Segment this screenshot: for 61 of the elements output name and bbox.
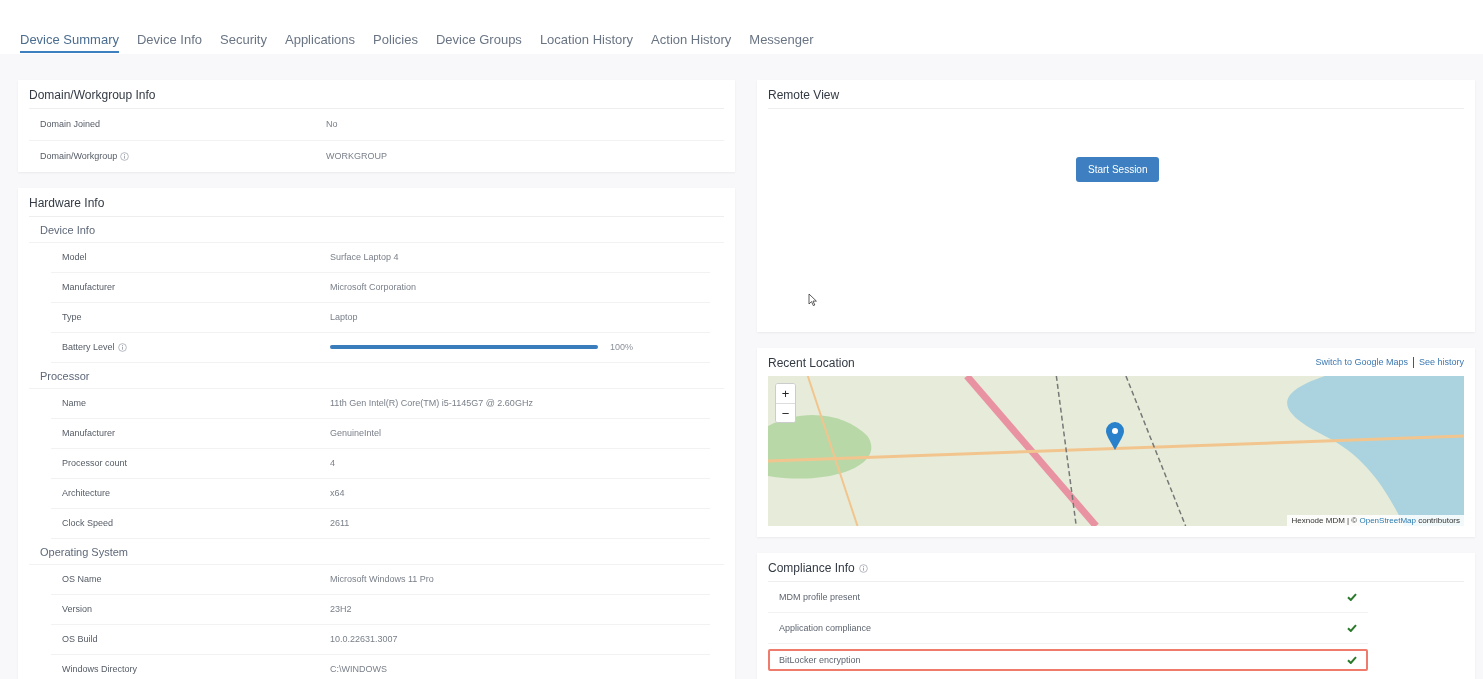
tab[interactable]: Action History	[651, 32, 732, 53]
field-label: Manufacturer	[62, 428, 116, 438]
tab[interactable]: Device Info	[136, 32, 202, 53]
field-label: Name	[62, 398, 86, 408]
card-title: Hardware Info	[29, 187, 724, 217]
section-heading: Device Info	[29, 216, 724, 243]
field-label: Windows Directory	[62, 664, 137, 674]
field-value: 11th Gen Intel(R) Core(TM) i5-1145G7 @ 2.60GHz	[330, 398, 533, 408]
field-label: OS Build	[62, 634, 98, 644]
tab[interactable]: Security	[220, 32, 267, 53]
map-pin-icon	[1105, 421, 1125, 451]
compliance-label: Application compliance	[779, 623, 873, 633]
card-title: Compliance Info	[768, 561, 855, 575]
field-value: 10.0.22631.3007	[330, 634, 398, 644]
link[interactable]: Switch to Google Maps	[1315, 357, 1408, 367]
field-label: Domain Joined	[40, 119, 101, 130]
field-label: OS Name	[62, 574, 102, 584]
field-value: Laptop	[330, 312, 358, 322]
cursor-icon	[808, 293, 818, 307]
openstreetmap-link[interactable]: OpenStreetMap	[1359, 516, 1416, 525]
tab[interactable]: Applications	[285, 32, 356, 53]
info-icon[interactable]	[858, 563, 868, 573]
tab[interactable]: Location History	[539, 32, 634, 53]
field-value: 4	[330, 458, 335, 468]
field-label: Domain/Workgroup	[40, 151, 118, 161]
field-value: GenuineIntel	[330, 428, 382, 438]
compliance-label: MDM profile present	[779, 592, 862, 602]
card-title: Remote View	[768, 80, 1464, 109]
field-value: 23H2	[330, 604, 352, 614]
field-value: WORKGROUP	[326, 151, 387, 161]
field-value: No	[326, 119, 338, 130]
field-value: Microsoft Windows 11 Pro	[330, 574, 434, 584]
field-label: Type	[62, 312, 82, 322]
card-title: Domain/Workgroup Info	[29, 80, 724, 109]
field-value: x64	[330, 488, 345, 498]
info-icon[interactable]	[120, 151, 130, 161]
compliance-label: BitLocker encryption	[779, 655, 862, 665]
field-value: C:\WINDOWS	[330, 664, 387, 674]
link[interactable]: See history	[1418, 357, 1464, 367]
tab[interactable]: Device Summary	[20, 32, 119, 53]
zoom-out-button[interactable]: −	[776, 403, 795, 422]
info-icon[interactable]	[117, 342, 127, 352]
field-value: Surface Laptop 4	[330, 252, 399, 262]
field-label: Model	[62, 252, 87, 262]
battery-reading: 100%	[610, 342, 634, 352]
start-session-button[interactable]: Start Session	[1076, 157, 1160, 182]
section-heading: Processor	[29, 362, 724, 389]
field-label: Clock Speed	[62, 518, 114, 528]
field-label: Version	[62, 604, 93, 614]
field-value: Microsoft Corporation	[330, 282, 417, 292]
tab[interactable]: Policies	[373, 32, 418, 53]
tab[interactable]: Messenger	[749, 32, 814, 53]
field-label: Processor count	[62, 458, 128, 468]
section-heading: Operating System	[29, 538, 724, 565]
field-value: 2611	[330, 518, 350, 528]
field-label: Manufacturer	[62, 282, 116, 292]
card-title: Recent Location	[768, 355, 855, 372]
field-label: Battery Level	[62, 342, 115, 352]
tab[interactable]: Device Groups	[435, 32, 522, 53]
map-attribution: Hexnode MDM | © OpenStreetMap contributors	[1287, 515, 1464, 526]
field-label: Architecture	[62, 488, 111, 498]
